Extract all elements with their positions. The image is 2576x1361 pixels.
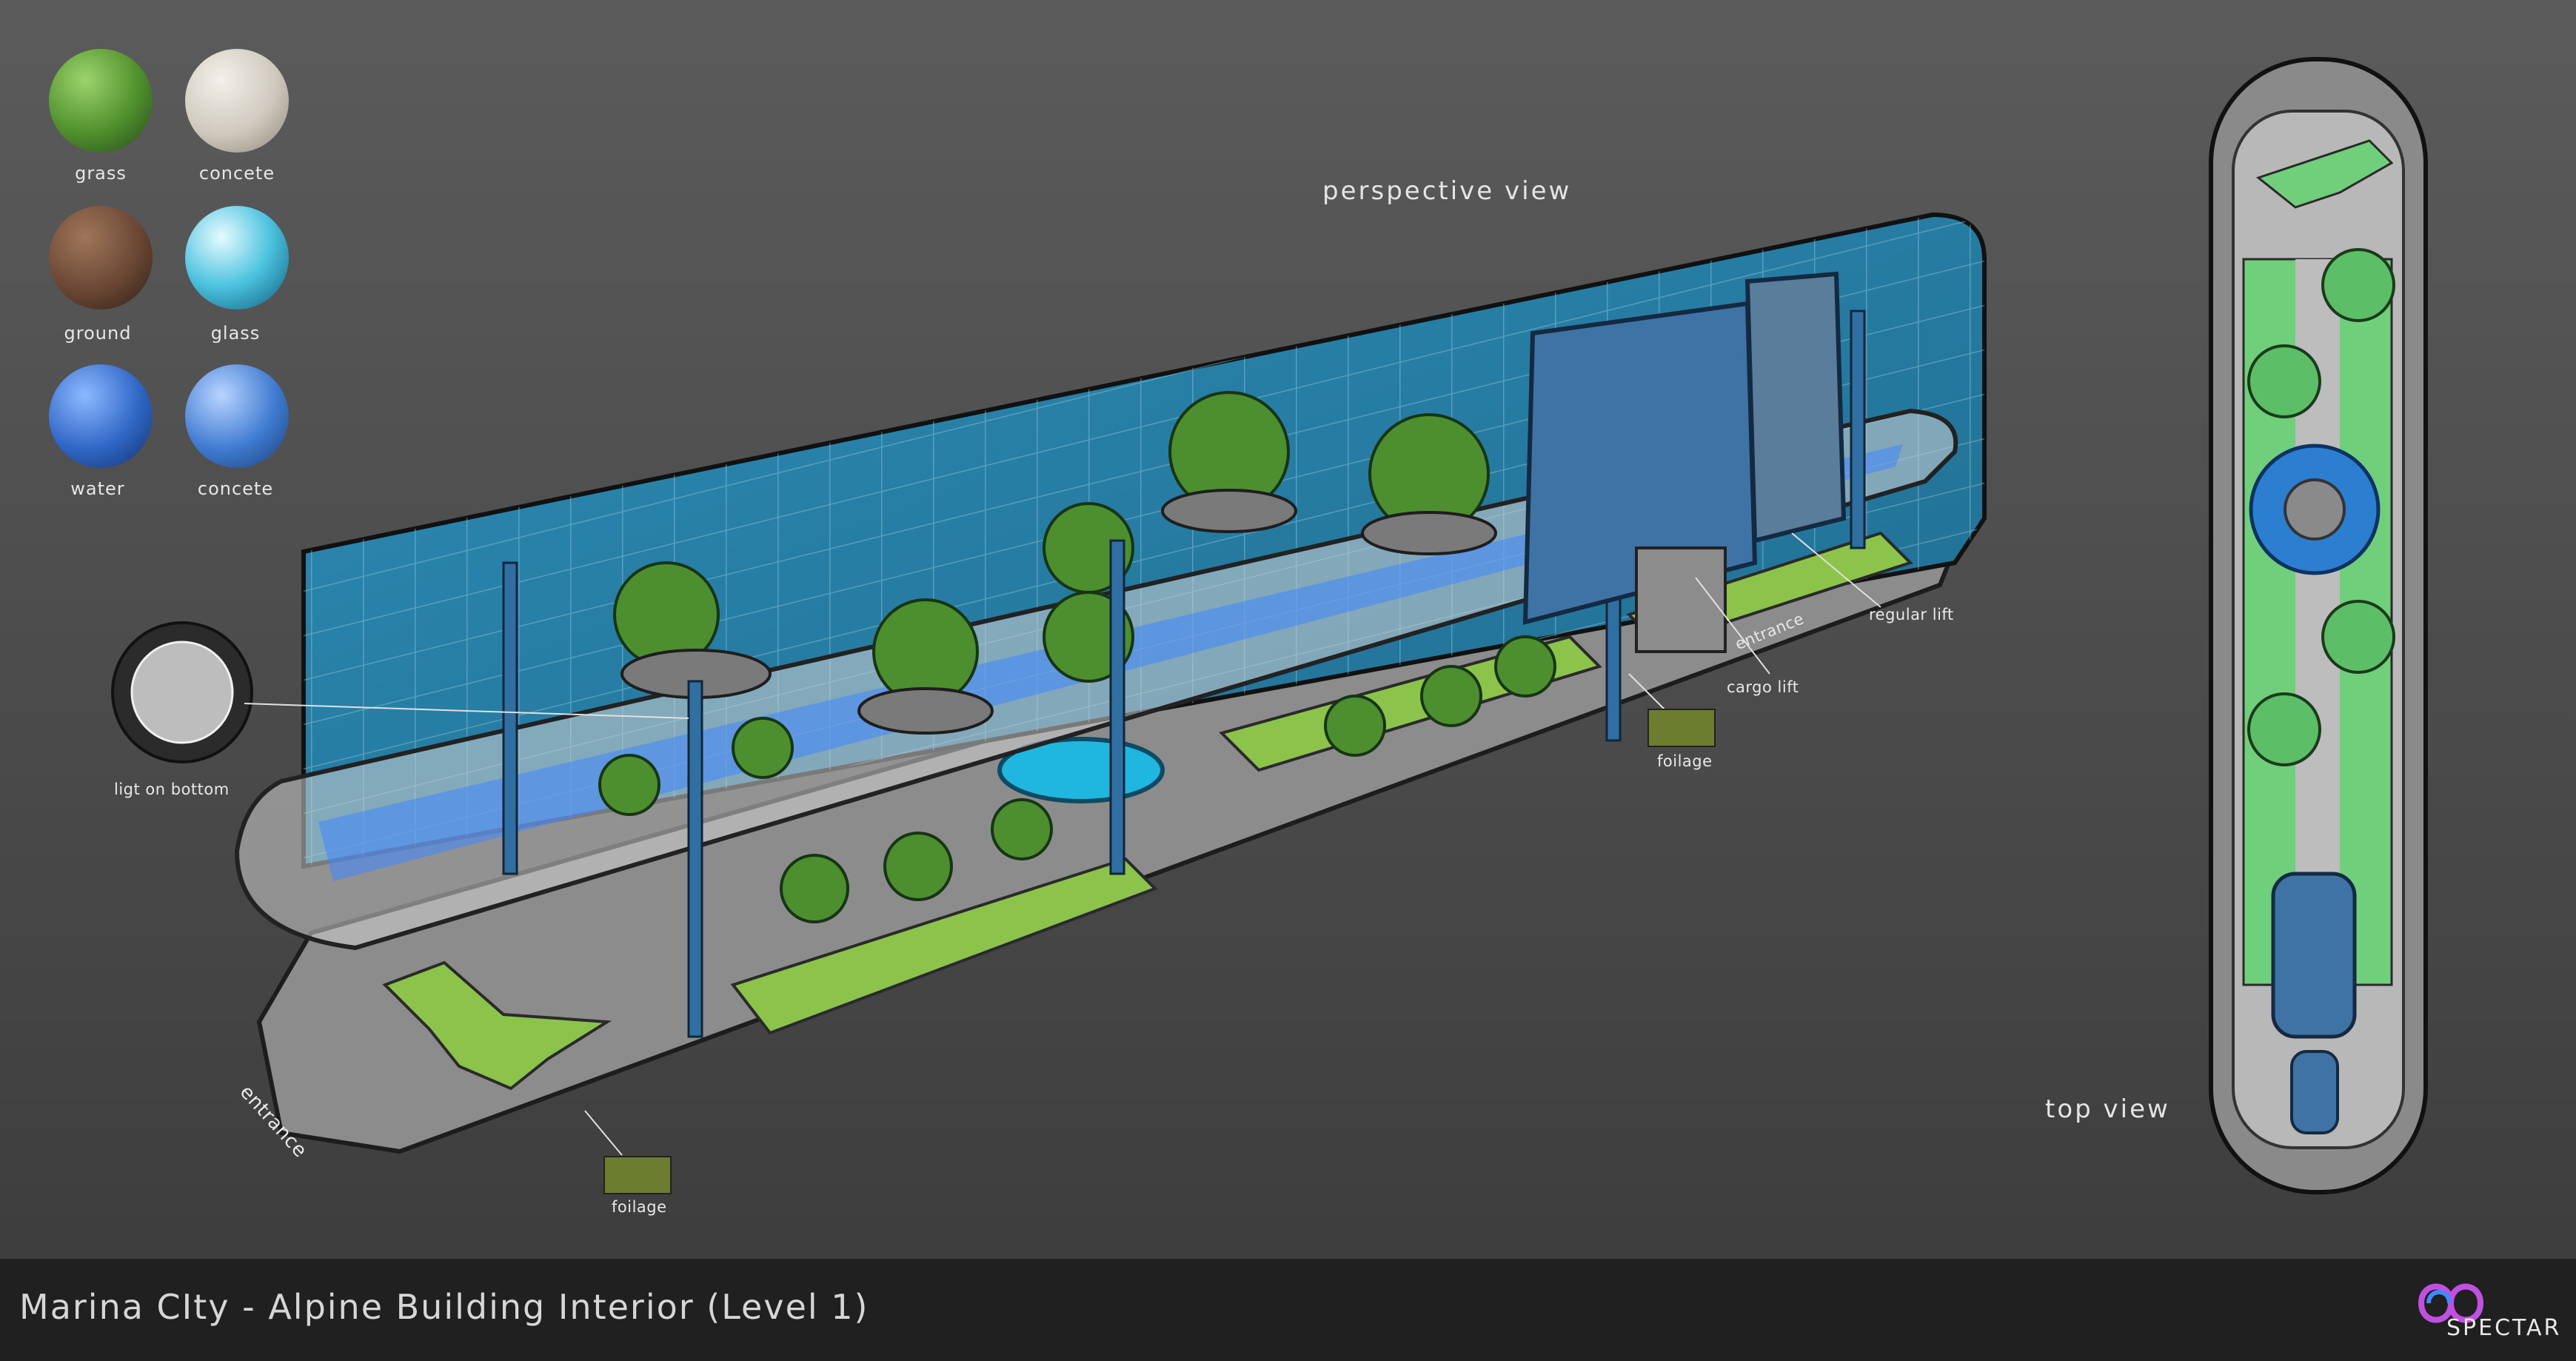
perspective-illustration xyxy=(111,57,2428,1194)
spectar-logo: SPECTAR xyxy=(2398,1274,2560,1348)
foliage-thumb-left xyxy=(603,1156,672,1194)
light-callout-label: ligt on bottom xyxy=(114,780,230,798)
regular-lift xyxy=(1744,271,1847,544)
regular-lift-label: regular lift xyxy=(1869,606,1954,623)
foliage-callout-right: foilage xyxy=(1657,752,1713,770)
foliage-callout-left: foilage xyxy=(612,1198,667,1216)
top-view-plan xyxy=(2209,57,2428,1194)
footer-title: Marina CIty - Alpine Building Interior (… xyxy=(19,1287,869,1327)
foliage-thumb-right xyxy=(1647,709,1716,747)
logo-text: SPECTAR xyxy=(2446,1315,2562,1341)
cargo-lift-label: cargo lift xyxy=(1727,678,1799,696)
footer-bar: Marina CIty - Alpine Building Interior (… xyxy=(0,1259,2576,1361)
